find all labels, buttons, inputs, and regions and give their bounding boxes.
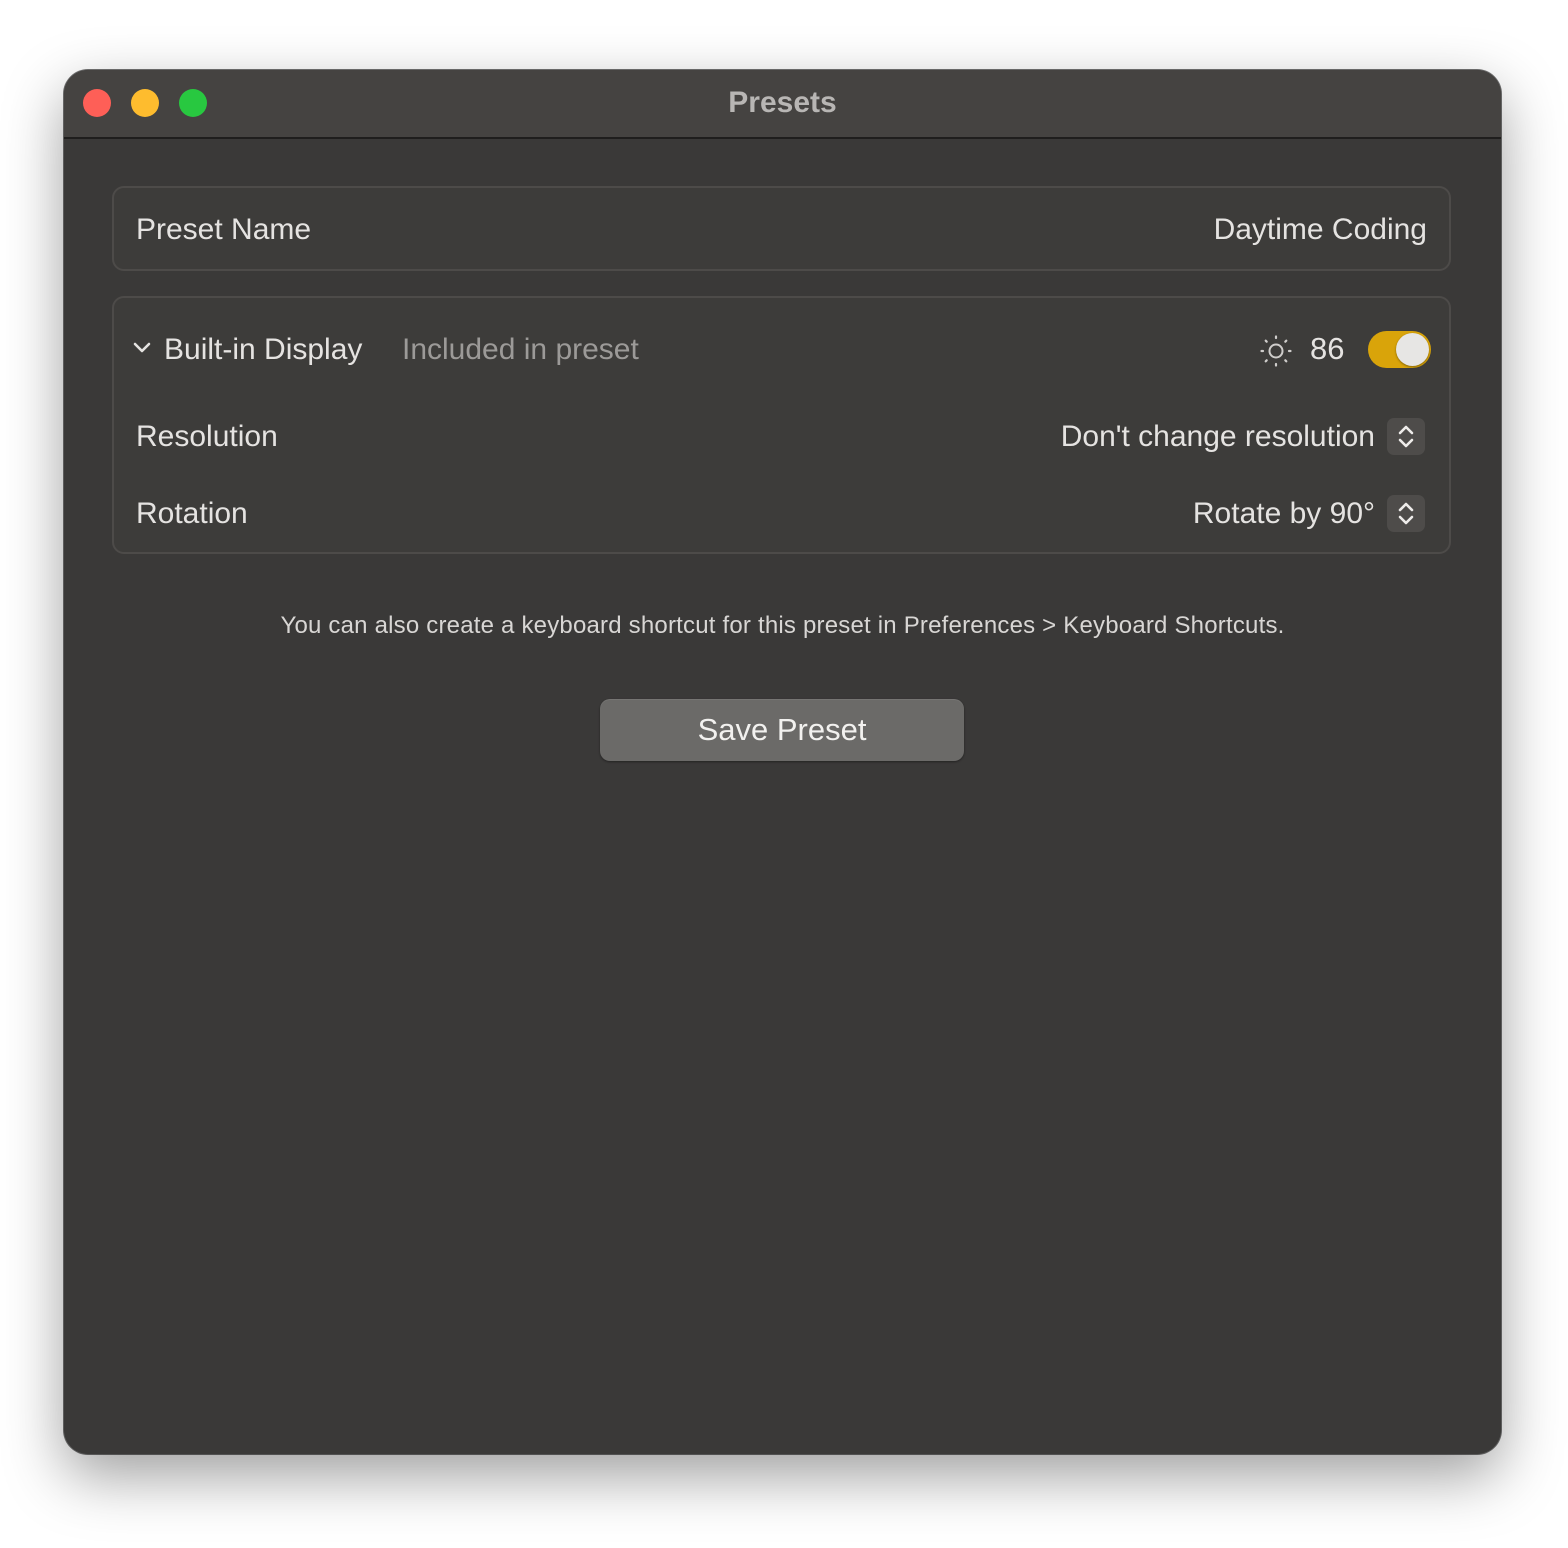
preset-name-row: Preset Name Daytime Coding — [112, 186, 1451, 271]
chevron-down-icon[interactable] — [132, 338, 152, 358]
up-down-chevron-icon — [1398, 425, 1414, 448]
up-down-chevron-icon — [1398, 502, 1414, 525]
toggle-knob — [1396, 333, 1429, 366]
rotation-popup-value[interactable]: Rotate by 90° — [1193, 496, 1375, 532]
save-preset-button[interactable]: Save Preset — [600, 699, 964, 761]
display-name[interactable]: Built-in Display — [164, 332, 362, 368]
include-display-toggle[interactable] — [1368, 331, 1431, 368]
preset-name-field[interactable]: Daytime Coding — [1214, 212, 1427, 248]
window-title: Presets — [728, 86, 837, 119]
rotation-label: Rotation — [136, 497, 248, 530]
sun-icon — [1260, 335, 1292, 367]
resolution-popup-stepper[interactable] — [1387, 418, 1425, 455]
resolution-popup-value[interactable]: Don't change resolution — [1061, 419, 1375, 455]
preset-name-label: Preset Name — [136, 213, 312, 246]
keyboard-shortcut-hint: You can also create a keyboard shortcut … — [280, 612, 1285, 639]
brightness-value: 86 — [1310, 331, 1345, 366]
presets-window: Presets Preset Name Daytime Coding Built… — [64, 70, 1501, 1454]
display-status: Included in preset — [402, 333, 639, 366]
rotation-popup-stepper[interactable] — [1387, 495, 1425, 532]
display-section: Built-in Display Included in preset 86 R… — [112, 296, 1451, 554]
resolution-label: Resolution — [136, 420, 278, 453]
title-bar[interactable]: Presets — [64, 70, 1501, 139]
